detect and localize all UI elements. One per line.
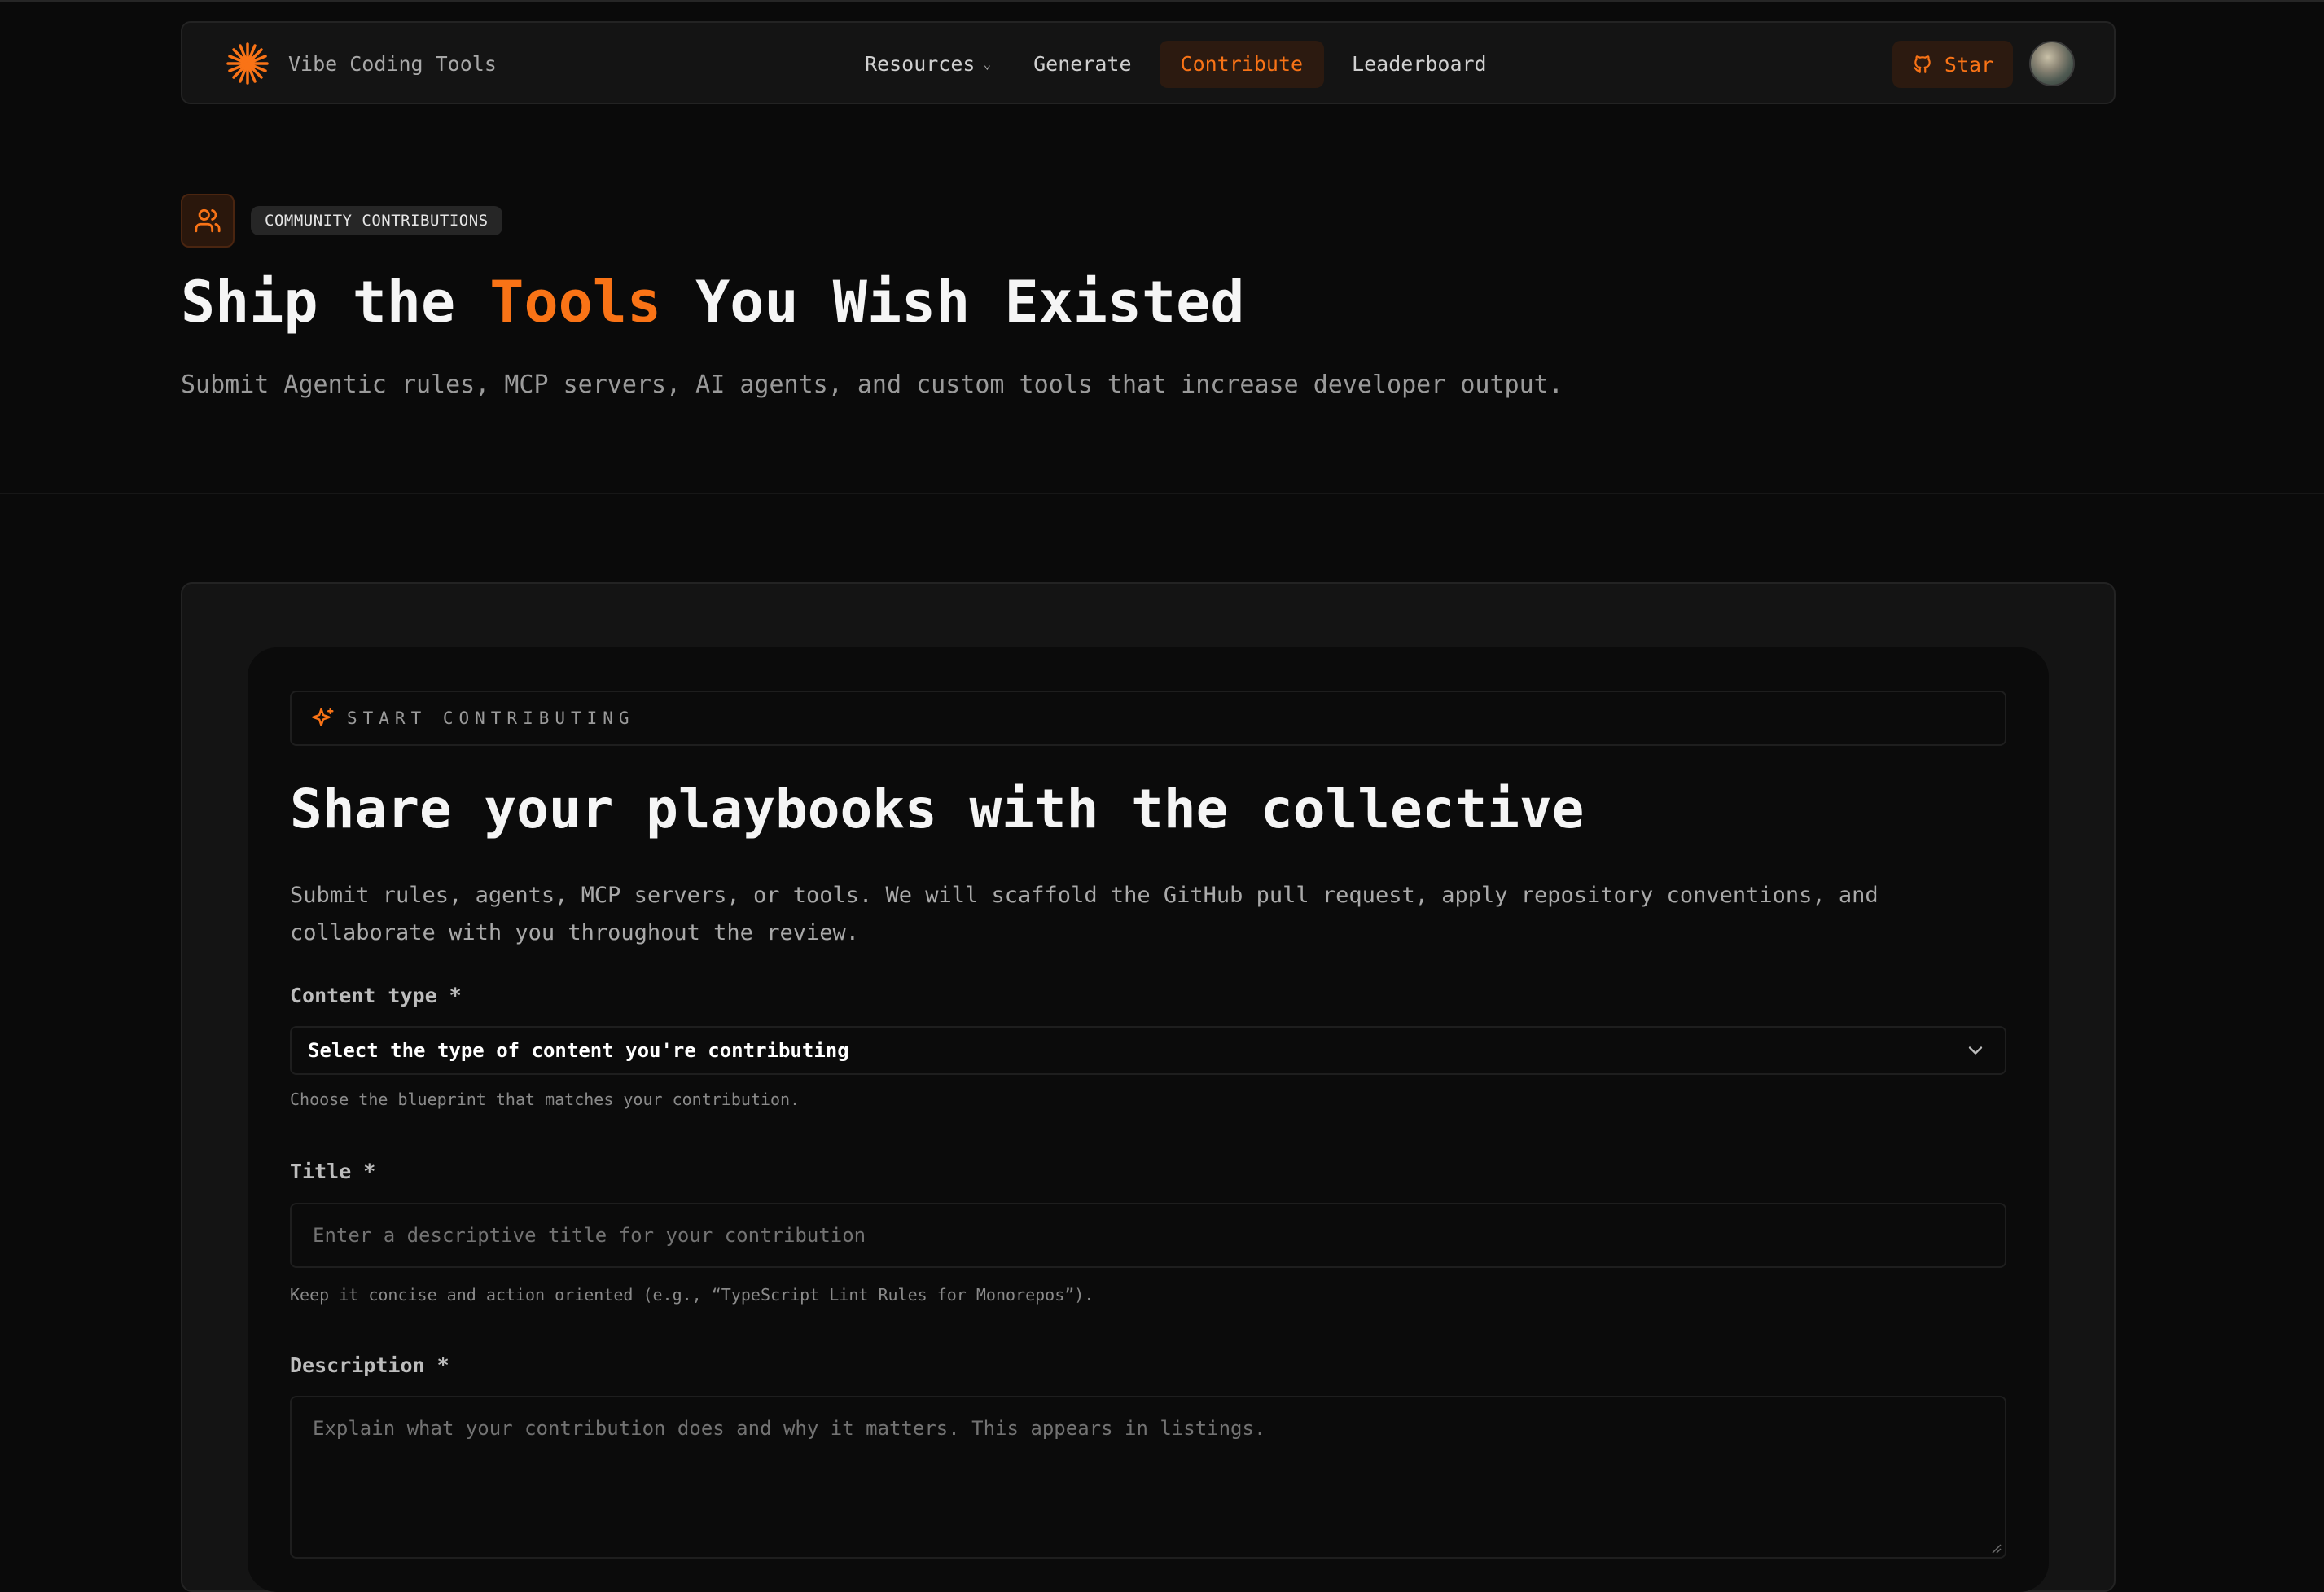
hero-icon-tile (181, 194, 235, 248)
nav-resources-label: Resources (865, 52, 976, 76)
brand-link[interactable]: Vibe Coding Tools (225, 41, 497, 86)
page-title: Ship the Tools You Wish Existed (181, 269, 1244, 336)
nav-generate[interactable]: Generate (1012, 41, 1152, 88)
nav-resources[interactable]: Resources ⌄ (844, 41, 1012, 88)
brand-name: Vibe Coding Tools (288, 51, 497, 76)
eyebrow-label: START CONTRIBUTING (347, 708, 635, 728)
content-type-select[interactable]: Select the type of content you're contri… (290, 1026, 2006, 1075)
resize-handle-icon[interactable] (1990, 1542, 2002, 1554)
content-type-hint: Choose the blueprint that matches your c… (290, 1090, 800, 1109)
content-type-value: Select the type of content you're contri… (308, 1039, 849, 1062)
community-badge: COMMUNITY CONTRIBUTIONS (251, 206, 502, 235)
nav-contribute[interactable]: Contribute (1159, 41, 1325, 88)
star-label: Star (1944, 52, 1994, 77)
nav-contribute-label: Contribute (1180, 52, 1304, 76)
title-accent: Tools (489, 269, 662, 336)
nav-generate-label: Generate (1033, 52, 1132, 76)
title-part-1: Ship the (181, 269, 490, 336)
github-star-button[interactable]: Star (1892, 41, 2013, 88)
form-title: Share your playbooks with the collective (290, 778, 1585, 840)
users-icon (195, 208, 221, 233)
title-label: Title * (290, 1160, 376, 1183)
title-part-2: You Wish Existed (661, 269, 1245, 336)
content-type-label: Content type * (290, 984, 462, 1007)
nav-links: Resources ⌄ Generate Contribute Leaderbo… (844, 41, 1508, 88)
chevron-down-icon: ⌄ (983, 56, 992, 72)
title-input[interactable]: Enter a descriptive title for your contr… (290, 1203, 2006, 1268)
title-placeholder: Enter a descriptive title for your contr… (313, 1224, 866, 1247)
start-contributing-header: START CONTRIBUTING (290, 691, 2006, 746)
user-avatar[interactable] (2029, 41, 2075, 86)
chevron-down-icon (1968, 1046, 1983, 1055)
nav-leaderboard-label: Leaderboard (1352, 52, 1487, 76)
sparkles-icon (312, 708, 334, 726)
title-hint: Keep it concise and action oriented (e.g… (290, 1285, 1094, 1305)
github-icon (1914, 55, 1931, 73)
description-textarea[interactable]: Explain what your contribution does and … (290, 1396, 2006, 1559)
top-border (0, 0, 2324, 2)
description-placeholder: Explain what your contribution does and … (313, 1417, 1266, 1440)
form-description: Submit rules, agents, MCP servers, or to… (290, 883, 1879, 945)
description-label: Description * (290, 1353, 449, 1377)
section-divider (0, 493, 2324, 494)
nav-leaderboard[interactable]: Leaderboard (1331, 41, 1508, 88)
top-navbar: Vibe Coding Tools Resources ⌄ Generate C… (181, 21, 2116, 104)
sunburst-logo-icon (226, 42, 269, 85)
page-subtitle: Submit Agentic rules, MCP servers, AI ag… (181, 371, 1563, 399)
